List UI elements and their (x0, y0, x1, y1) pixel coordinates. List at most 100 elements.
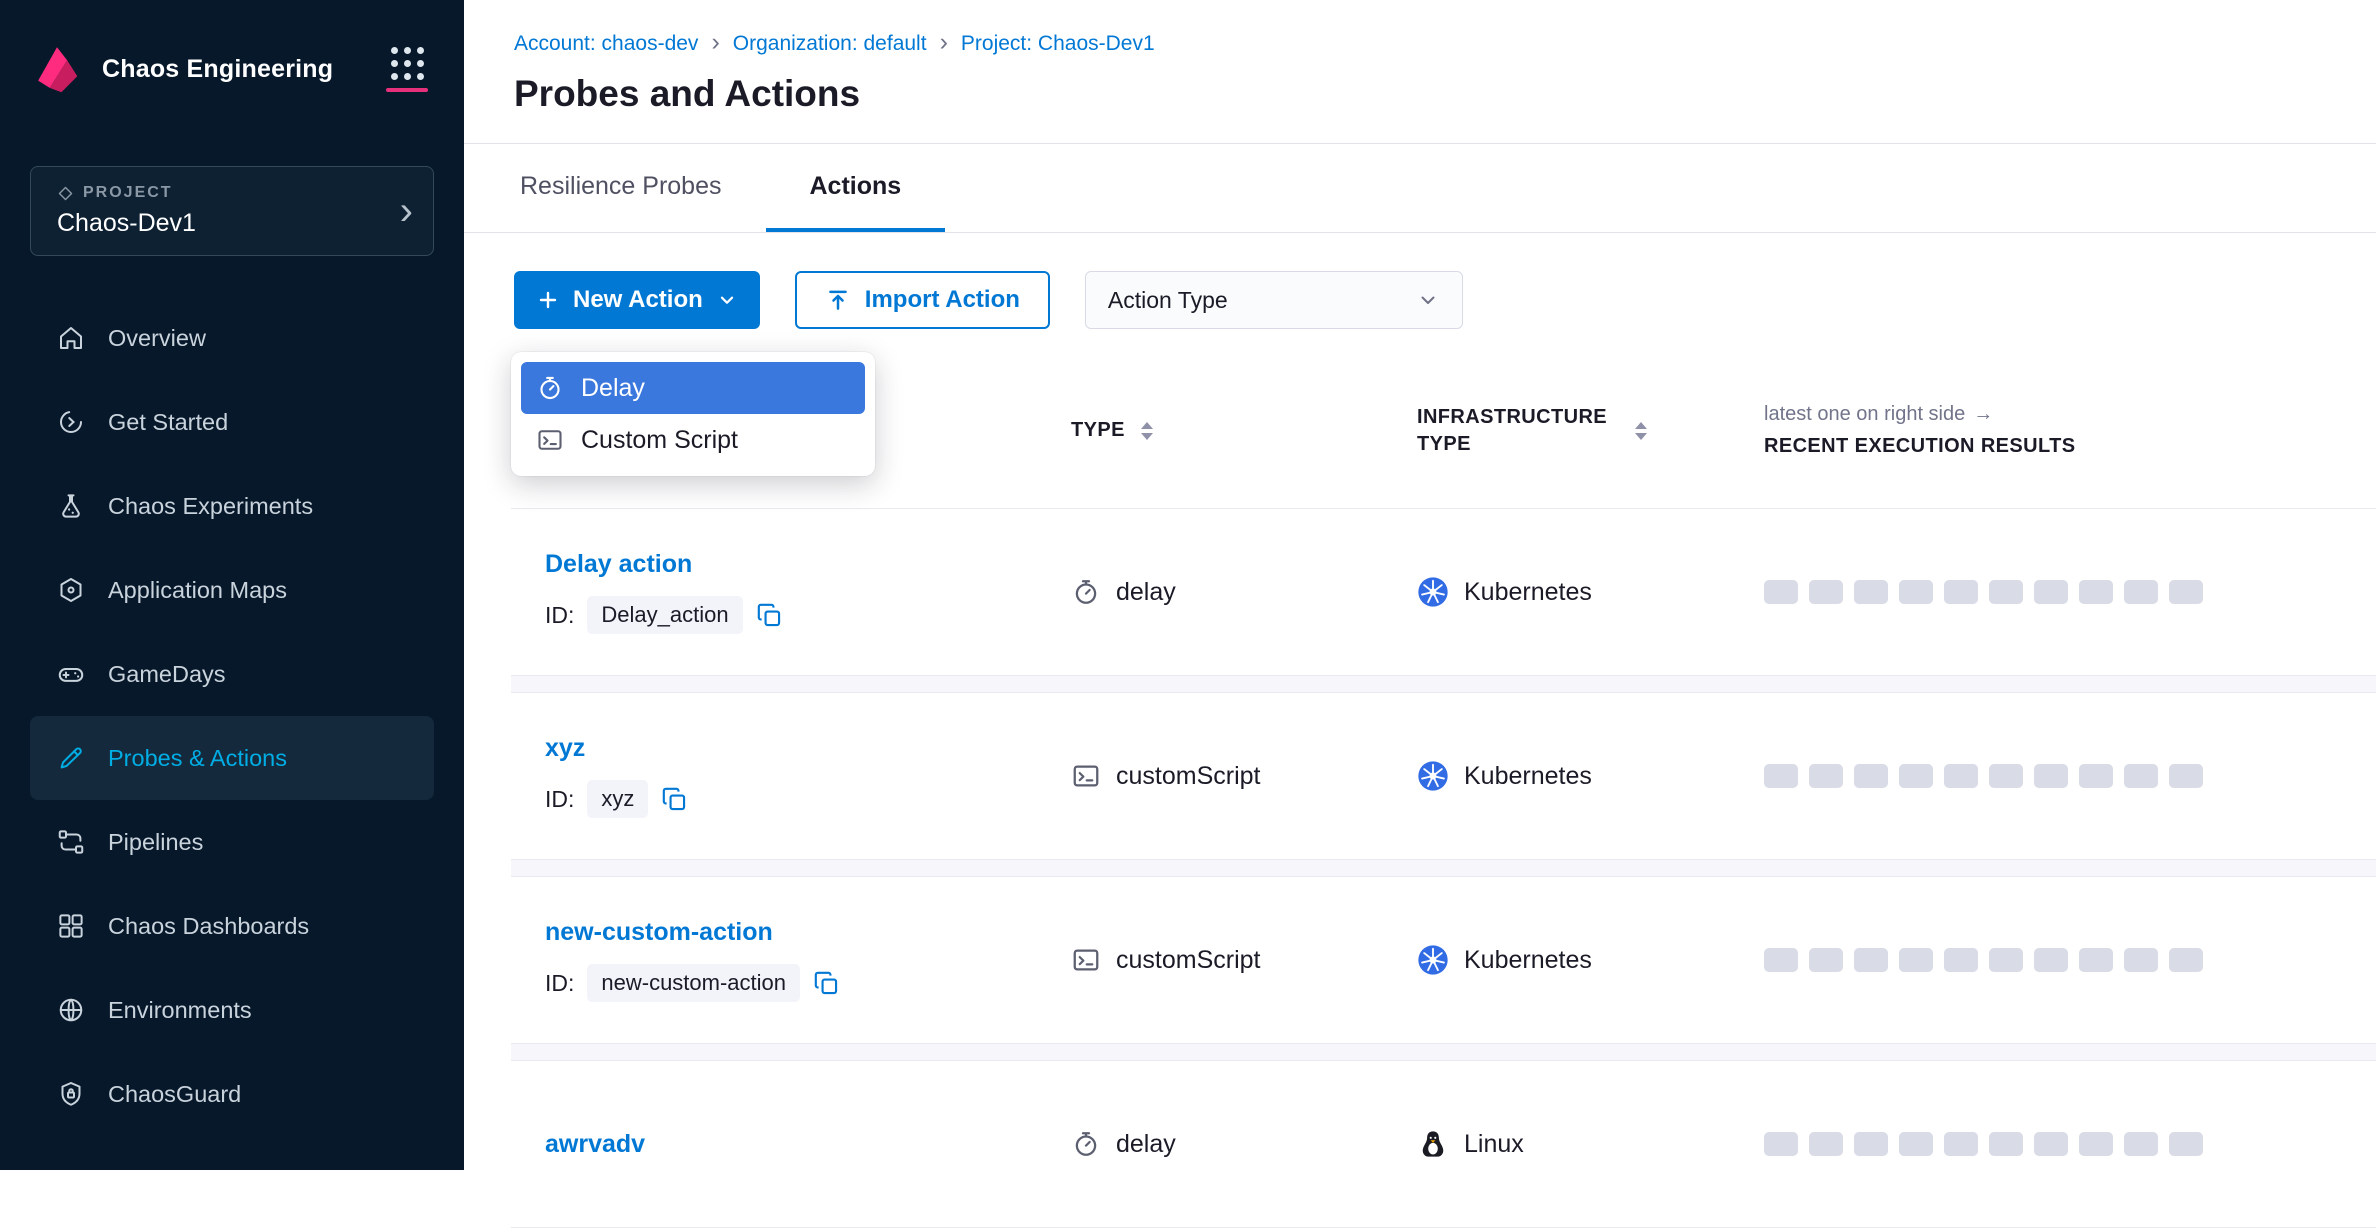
project-selector[interactable]: PROJECT Chaos-Dev1 › (30, 166, 434, 256)
sidebar-item-get-started[interactable]: Get Started (30, 380, 434, 464)
sidebar-item-label: Chaos Dashboards (108, 913, 309, 940)
execution-results (1764, 764, 2376, 788)
execution-result-placeholder (2034, 948, 2068, 972)
sort-icon (1141, 422, 1153, 440)
execution-result-placeholder (2124, 764, 2158, 788)
execution-result-placeholder (2169, 580, 2203, 604)
sidebar-item-probes-actions[interactable]: Probes & Actions (30, 716, 434, 800)
toolbar: New Action Import Action Action Type (514, 271, 2376, 329)
execution-result-placeholder (1989, 1132, 2023, 1156)
breadcrumb-organization-link[interactable]: Organization: default (733, 32, 927, 56)
tab-resilience-probes[interactable]: Resilience Probes (476, 144, 766, 232)
chevron-right-icon: › (400, 195, 413, 227)
sidebar-item-label: Probes & Actions (108, 745, 287, 772)
execution-result-placeholder (2079, 1132, 2113, 1156)
breadcrumb-separator: › (940, 30, 948, 58)
infra-header-line1: INFRASTRUCTURE (1417, 404, 1607, 431)
module-switcher-button[interactable] (386, 47, 428, 92)
id-label: ID: (545, 970, 574, 997)
sidebar-item-label: ChaosGuard (108, 1081, 241, 1108)
terminal-icon (1071, 761, 1101, 791)
menu-item-custom-script[interactable]: Custom Script (521, 414, 865, 466)
sidebar-item-application-maps[interactable]: Application Maps (30, 548, 434, 632)
sidebar-item-chaos-experiments[interactable]: Chaos Experiments (30, 464, 434, 548)
id-label: ID: (545, 786, 574, 813)
sidebar-item-environments[interactable]: Environments (30, 968, 434, 1052)
execution-result-placeholder (1989, 764, 2023, 788)
infra-value: Linux (1464, 1130, 1524, 1159)
sidebar: Chaos Engineering PROJECT Chaos-Dev1 › O… (0, 0, 464, 1170)
breadcrumb-project-link[interactable]: Project: Chaos-Dev1 (961, 32, 1155, 56)
action-type-select[interactable]: Action Type (1085, 271, 1463, 329)
breadcrumb-account-link[interactable]: Account: chaos-dev (514, 32, 698, 56)
app-title: Chaos Engineering (102, 55, 370, 84)
execution-result-placeholder (2169, 1132, 2203, 1156)
action-type-value: Action Type (1108, 287, 1416, 314)
kubernetes-icon (1417, 576, 1449, 608)
execution-result-placeholder (2124, 1132, 2158, 1156)
execution-result-placeholder (2034, 764, 2068, 788)
terminal-icon (536, 426, 564, 454)
action-name-link[interactable]: awrvadv (545, 1130, 645, 1159)
breadcrumb: Account: chaos-dev › Organization: defau… (464, 0, 2376, 58)
column-header-type[interactable]: TYPE (1071, 419, 1417, 442)
sidebar-item-chaos-dashboards[interactable]: Chaos Dashboards (30, 884, 434, 968)
actions-table: Delay action ID: Delay_action delay Kube… (511, 508, 2376, 1228)
import-action-label: Import Action (865, 286, 1020, 314)
logo-row: Chaos Engineering (0, 0, 464, 138)
sidebar-item-label: Pipelines (108, 829, 203, 856)
sidebar-item-overview[interactable]: Overview (30, 296, 434, 380)
execution-result-placeholder (1764, 580, 1798, 604)
copy-icon[interactable] (661, 786, 688, 813)
linux-icon (1417, 1128, 1449, 1160)
project-tag-icon (57, 185, 74, 202)
plus-icon (536, 288, 560, 312)
kubernetes-icon (1417, 944, 1449, 976)
project-label: PROJECT (83, 184, 173, 202)
execution-result-placeholder (1854, 1132, 1888, 1156)
execution-result-placeholder (2079, 580, 2113, 604)
action-name-link[interactable]: new-custom-action (545, 918, 773, 947)
home-icon (56, 323, 86, 353)
new-action-menu: Delay Custom Script (511, 352, 875, 476)
import-action-button[interactable]: Import Action (795, 271, 1050, 329)
execution-result-placeholder (1854, 948, 1888, 972)
sidebar-item-chaosguard[interactable]: ChaosGuard (30, 1052, 434, 1136)
execution-result-placeholder (1899, 580, 1933, 604)
sidebar-item-label: Overview (108, 325, 206, 352)
execution-result-placeholder (1944, 580, 1978, 604)
breadcrumb-separator: › (711, 30, 719, 58)
sidebar-item-pipelines[interactable]: Pipelines (30, 800, 434, 884)
menu-item-delay[interactable]: Delay (521, 362, 865, 414)
execution-result-placeholder (1989, 580, 2023, 604)
page-title: Probes and Actions (464, 73, 2376, 115)
hexagon-icon (56, 575, 86, 605)
copy-icon[interactable] (756, 602, 783, 629)
infra-value: Kubernetes (1464, 762, 1592, 791)
action-name-link[interactable]: xyz (545, 734, 585, 763)
column-header-infrastructure-type[interactable]: INFRASTRUCTURE TYPE (1417, 404, 1764, 458)
sidebar-item-gamedays[interactable]: GameDays (30, 632, 434, 716)
new-action-button[interactable]: New Action (514, 271, 760, 329)
type-value: customScript (1116, 762, 1260, 791)
copy-icon[interactable] (813, 970, 840, 997)
flask-icon (56, 491, 86, 521)
type-cell: delay (1071, 577, 1417, 607)
action-id-chip: new-custom-action (587, 964, 800, 1002)
execution-result-placeholder (1989, 948, 2023, 972)
tab-actions[interactable]: Actions (766, 144, 946, 232)
execution-result-placeholder (1899, 764, 1933, 788)
infra-value: Kubernetes (1464, 946, 1592, 975)
execution-result-placeholder (1944, 1132, 1978, 1156)
results-hint: latest one on right side → (1764, 403, 2376, 426)
action-id-chip: Delay_action (587, 596, 742, 634)
stopwatch-icon (536, 374, 564, 402)
action-id-chip: xyz (587, 780, 648, 818)
results-hint-text: latest one on right side (1764, 403, 1965, 426)
type-value: customScript (1116, 946, 1260, 975)
action-name-link[interactable]: Delay action (545, 550, 692, 579)
execution-result-placeholder (2169, 948, 2203, 972)
menu-item-label: Delay (581, 374, 645, 403)
module-active-indicator (386, 88, 428, 92)
execution-results (1764, 948, 2376, 972)
